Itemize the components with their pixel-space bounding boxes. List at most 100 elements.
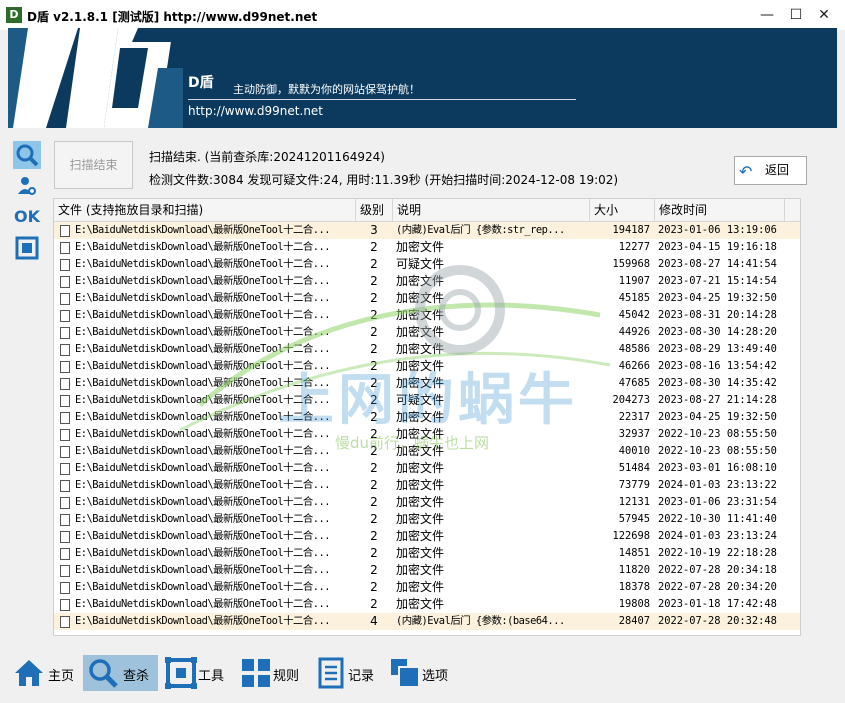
- level-cell: 2: [370, 546, 378, 560]
- table-row[interactable]: E:\BaiduNetdiskDownload\最新版OneTool十二合...…: [54, 579, 800, 596]
- description-cell: 加密文件: [396, 240, 445, 254]
- nav-home-label: 主页: [48, 669, 75, 684]
- nav-log-label: 记录: [348, 669, 375, 684]
- table-row[interactable]: E:\BaiduNetdiskDownload\最新版OneTool十二合...…: [54, 256, 800, 273]
- file-path-cell: E:\BaiduNetdiskDownload\最新版OneTool十二合...: [54, 579, 355, 596]
- nav-scan[interactable]: 查杀: [83, 655, 158, 691]
- modified-time-cell: 2023-08-29 13:49:40: [658, 343, 777, 355]
- nav-tools[interactable]: 工具: [161, 655, 231, 691]
- search-icon: [89, 659, 118, 688]
- modified-time-cell: 2023-04-25 19:32:50: [658, 292, 777, 304]
- file-path-cell: E:\BaiduNetdiskDownload\最新版OneTool十二合...: [54, 256, 355, 273]
- d-shield-logo: [8, 28, 183, 128]
- column-file[interactable]: 文件 (支持拖放目录和扫描): [54, 199, 356, 221]
- banner-title: D盾: [188, 75, 214, 91]
- table-row[interactable]: E:\BaiduNetdiskDownload\最新版OneTool十二合...…: [54, 528, 800, 545]
- file-icon: [60, 327, 70, 339]
- modified-time-cell: 2024-01-03 23:13:22: [658, 479, 777, 491]
- back-button-label: 返回: [765, 163, 790, 177]
- column-size[interactable]: 大小: [590, 199, 655, 221]
- file-icon: [60, 225, 70, 237]
- back-button[interactable]: ↶ 返回: [734, 156, 807, 185]
- nav-home[interactable]: 主页: [9, 655, 79, 691]
- table-row[interactable]: E:\BaiduNetdiskDownload\最新版OneTool十二合...…: [54, 494, 800, 511]
- file-path-cell: E:\BaiduNetdiskDownload\最新版OneTool十二合...: [54, 545, 355, 562]
- level-cell: 2: [370, 257, 378, 271]
- side-window-button[interactable]: [13, 234, 41, 262]
- table-row[interactable]: E:\BaiduNetdiskDownload\最新版OneTool十二合...…: [54, 477, 800, 494]
- description-cell: 加密文件: [396, 461, 445, 475]
- banner: D盾 主动防御，默默为你的网站保驾护航！ http://www.d99net.n…: [8, 28, 837, 128]
- level-cell: 2: [370, 512, 378, 526]
- file-path-cell: E:\BaiduNetdiskDownload\最新版OneTool十二合...: [54, 307, 355, 324]
- size-cell: 73779: [618, 479, 650, 491]
- description-cell: 加密文件: [396, 563, 445, 577]
- side-search-button[interactable]: [13, 141, 41, 169]
- table-row[interactable]: E:\BaiduNetdiskDownload\最新版OneTool十二合...…: [54, 239, 800, 256]
- table-row[interactable]: E:\BaiduNetdiskDownload\最新版OneTool十二合...…: [54, 273, 800, 290]
- file-icon: [60, 497, 70, 509]
- file-icon: [60, 599, 70, 611]
- modified-time-cell: 2023-04-25 19:32:50: [658, 411, 777, 423]
- file-icon: [60, 361, 70, 373]
- level-cell: 2: [370, 529, 378, 543]
- file-icon: [60, 310, 70, 322]
- side-ok-button[interactable]: OK: [13, 203, 41, 231]
- nav-rules[interactable]: 规则: [236, 655, 306, 691]
- table-row[interactable]: E:\BaiduNetdiskDownload\最新版OneTool十二合...…: [54, 460, 800, 477]
- file-icon: [60, 344, 70, 356]
- scan-status: 扫描结束. (当前查杀库:20241201164924): [149, 150, 385, 164]
- file-icon: [60, 412, 70, 424]
- size-cell: 46266: [618, 360, 650, 372]
- size-cell: 48586: [618, 343, 650, 355]
- scan-end-button[interactable]: 扫描结束: [54, 141, 133, 189]
- level-cell: 2: [370, 461, 378, 475]
- modified-time-cell: 2023-08-27 21:14:28: [658, 394, 777, 406]
- column-level[interactable]: 级别: [356, 199, 393, 221]
- size-cell: 40010: [618, 445, 650, 457]
- size-cell: 44926: [618, 326, 650, 338]
- table-row[interactable]: E:\BaiduNetdiskDownload\最新版OneTool十二合...…: [54, 307, 800, 324]
- description-cell: 加密文件: [396, 580, 445, 594]
- file-icon: [60, 429, 70, 441]
- minimize-button[interactable]: —: [752, 0, 782, 30]
- side-user-scan-button[interactable]: [13, 172, 41, 200]
- modified-time-cell: 2023-08-31 20:14:28: [658, 309, 777, 321]
- level-cell: 2: [370, 240, 378, 254]
- options-icon: [391, 659, 420, 688]
- size-cell: 11907: [618, 275, 650, 287]
- modified-time-cell: 2023-08-16 13:54:42: [658, 360, 777, 372]
- maximize-button[interactable]: ☐: [781, 0, 811, 30]
- column-description[interactable]: 说明: [393, 199, 590, 221]
- level-cell: 2: [370, 325, 378, 339]
- watermark-main: 上网的蜗牛: [278, 368, 578, 433]
- size-cell: 204273: [612, 394, 650, 406]
- description-cell: 加密文件: [396, 274, 445, 288]
- table-row[interactable]: E:\BaiduNetdiskDownload\最新版OneTool十二合...…: [54, 290, 800, 307]
- table-row[interactable]: E:\BaiduNetdiskDownload\最新版OneTool十二合...…: [54, 613, 800, 630]
- file-path-cell: E:\BaiduNetdiskDownload\最新版OneTool十二合...: [54, 562, 355, 579]
- table-row[interactable]: E:\BaiduNetdiskDownload\最新版OneTool十二合...…: [54, 511, 800, 528]
- table-row[interactable]: E:\BaiduNetdiskDownload\最新版OneTool十二合...…: [54, 596, 800, 613]
- file-icon: [60, 531, 70, 543]
- banner-url[interactable]: http://www.d99net.net: [188, 104, 323, 118]
- size-cell: 45042: [618, 309, 650, 321]
- file-path-cell: E:\BaiduNetdiskDownload\最新版OneTool十二合...: [54, 324, 355, 341]
- level-cell: 2: [370, 495, 378, 509]
- column-modified-time[interactable]: 修改时间: [655, 199, 785, 221]
- modified-time-cell: 2023-04-15 19:16:18: [658, 241, 777, 253]
- table-row[interactable]: E:\BaiduNetdiskDownload\最新版OneTool十二合...…: [54, 222, 800, 239]
- table-row[interactable]: E:\BaiduNetdiskDownload\最新版OneTool十二合...…: [54, 545, 800, 562]
- file-path-cell: E:\BaiduNetdiskDownload\最新版OneTool十二合...: [54, 273, 355, 290]
- nav-log[interactable]: 记录: [311, 655, 381, 691]
- close-button[interactable]: ✕: [809, 0, 839, 30]
- file-icon: [60, 582, 70, 594]
- table-row[interactable]: E:\BaiduNetdiskDownload\最新版OneTool十二合...…: [54, 562, 800, 579]
- file-path-cell: E:\BaiduNetdiskDownload\最新版OneTool十二合...: [54, 494, 355, 511]
- file-path-cell: E:\BaiduNetdiskDownload\最新版OneTool十二合...: [54, 443, 355, 460]
- description-cell: 可疑文件: [396, 257, 445, 271]
- nav-options[interactable]: 选项: [385, 655, 455, 691]
- table-row[interactable]: E:\BaiduNetdiskDownload\最新版OneTool十二合...…: [54, 324, 800, 341]
- file-icon: [60, 276, 70, 288]
- file-icon: [60, 480, 70, 492]
